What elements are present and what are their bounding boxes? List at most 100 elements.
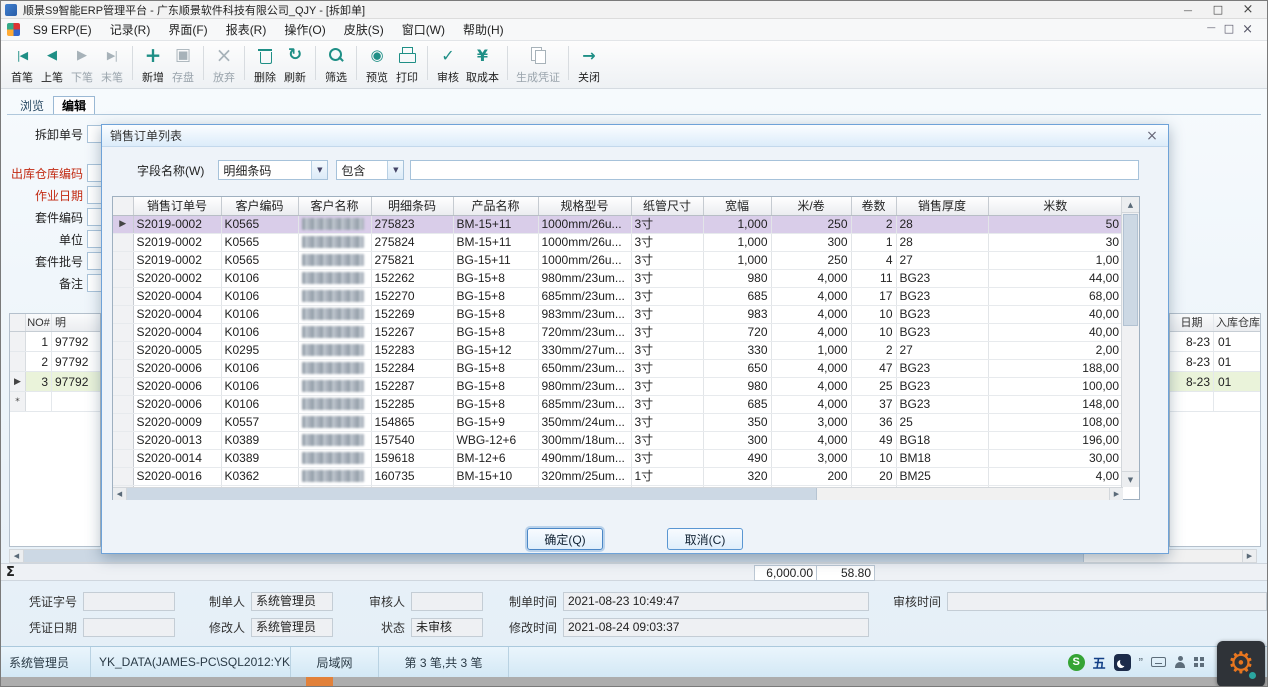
mdi-minimize-icon[interactable]: [1207, 22, 1216, 37]
scroll-thumb[interactable]: [1123, 214, 1138, 326]
table-row[interactable]: S2020-0004 K0106 152267 BG-15+8 720mm/23…: [113, 323, 1123, 341]
menu-item[interactable]: 帮助(H): [454, 19, 513, 40]
column-header[interactable]: 卷数: [851, 197, 896, 215]
scroll-left-icon[interactable]: ◀: [113, 488, 127, 500]
floating-gear-widget[interactable]: ⚙: [1217, 641, 1265, 687]
toolbar-button[interactable]: [315, 46, 316, 80]
toolbar-button[interactable]: 取成本: [463, 43, 502, 87]
detail-row[interactable]: 1 97792: [10, 332, 100, 352]
filter-value-input[interactable]: [410, 160, 1139, 180]
keyboard-icon[interactable]: [1151, 657, 1166, 667]
menu-item[interactable]: 报表(R): [217, 19, 276, 40]
table-row[interactable]: S2020-0013 K0389 157540 WBG-12+6 300mm/1…: [113, 431, 1123, 449]
toolbar-button[interactable]: [132, 46, 133, 80]
toolbar-button[interactable]: 上笔: [37, 43, 67, 87]
night-mode-icon[interactable]: [1114, 654, 1131, 671]
toolbar-button[interactable]: [203, 46, 204, 80]
operator-select[interactable]: 包含: [336, 160, 404, 180]
column-header[interactable]: 客户名称: [298, 197, 371, 215]
wubi-mode-icon[interactable]: 五: [1093, 653, 1106, 672]
tab[interactable]: 浏览: [11, 96, 53, 115]
scroll-right-icon[interactable]: ▶: [1109, 488, 1123, 500]
chevron-down-icon[interactable]: [311, 161, 327, 179]
toolbox-icon[interactable]: [1194, 657, 1205, 668]
table-row[interactable]: S2020-0006 K0106 152284 BG-15+8 650mm/23…: [113, 359, 1123, 377]
table-row[interactable]: S2020-0009 K0557 154865 BG-15+9 350mm/24…: [113, 413, 1123, 431]
table-row[interactable]: S2019-0002 K0565 275824 BM-15+11 1000mm/…: [113, 233, 1123, 251]
cancel-button[interactable]: 取消(C): [667, 528, 743, 550]
table-horizontal-scrollbar[interactable]: ◀ ▶: [113, 487, 1123, 500]
mdi-close-icon[interactable]: [1242, 22, 1253, 37]
toolbar-button[interactable]: 刷新: [280, 43, 310, 87]
scroll-left-icon[interactable]: ◀: [10, 550, 24, 562]
detail-row[interactable]: ▶ 3 97792: [10, 372, 100, 392]
toolbar-button[interactable]: 末笔: [97, 43, 127, 87]
toolbar-button[interactable]: [427, 46, 428, 80]
table-row[interactable]: S2020-0002 K0106 152262 BG-15+8 980mm/23…: [113, 269, 1123, 287]
toolbar-button[interactable]: 筛选: [321, 43, 351, 87]
table-row[interactable]: S2020-0006 K0106 152285 BG-15+8 685mm/23…: [113, 395, 1123, 413]
minimize-button[interactable]: [1173, 1, 1203, 18]
scroll-right-icon[interactable]: ▶: [1242, 550, 1256, 562]
toolbar-button[interactable]: 删除: [250, 43, 280, 87]
sogou-icon[interactable]: S: [1068, 654, 1085, 671]
column-header[interactable]: 销售订单号: [133, 197, 221, 215]
close-button[interactable]: [1233, 1, 1263, 18]
table-row[interactable]: S2020-0006 K0106 152287 BG-15+8 980mm/23…: [113, 377, 1123, 395]
menu-item[interactable]: 界面(F): [159, 19, 216, 40]
toolbar-button[interactable]: 下笔: [67, 43, 97, 87]
toolbar-button[interactable]: [356, 46, 357, 80]
table-row[interactable]: S2020-0016 K0362 160735 BM-15+10 320mm/2…: [113, 467, 1123, 485]
maximize-button[interactable]: [1203, 1, 1233, 18]
tab[interactable]: 编辑: [53, 96, 95, 115]
detail-row[interactable]: *: [10, 392, 100, 412]
detail-row[interactable]: 8-23 01: [1170, 352, 1260, 372]
scroll-thumb[interactable]: [127, 488, 817, 500]
column-header[interactable]: 产品名称: [453, 197, 538, 215]
column-header[interactable]: 宽幅: [703, 197, 771, 215]
menu-item[interactable]: 窗口(W): [393, 19, 454, 40]
menu-item[interactable]: S9 ERP(E): [24, 19, 101, 40]
column-header[interactable]: 销售厚度: [896, 197, 988, 215]
toolbar-button[interactable]: 生成凭证: [513, 43, 563, 87]
table-row[interactable]: S2019-0002 K0565 275821 BG-15+11 1000mm/…: [113, 251, 1123, 269]
toolbar-button[interactable]: 存盘: [168, 43, 198, 87]
dialog-title-bar[interactable]: 销售订单列表: [102, 125, 1168, 147]
table-row[interactable]: S2020-0004 K0106 152269 BG-15+8 983mm/23…: [113, 305, 1123, 323]
toolbar-button[interactable]: 首笔: [7, 43, 37, 87]
toolbar-button[interactable]: 新增: [138, 43, 168, 87]
table-row[interactable]: S2020-0005 K0295 152283 BG-15+12 330mm/2…: [113, 341, 1123, 359]
toolbar-button[interactable]: 关闭: [574, 43, 604, 87]
column-header[interactable]: 客户编码: [221, 197, 298, 215]
detail-row[interactable]: 2 97792: [10, 352, 100, 372]
skin-icon[interactable]: [1174, 656, 1186, 668]
scroll-up-icon[interactable]: [1122, 197, 1139, 213]
column-header[interactable]: 规格型号: [538, 197, 631, 215]
toolbar-button[interactable]: 审核: [433, 43, 463, 87]
toolbar-button[interactable]: [568, 46, 569, 80]
detail-row[interactable]: 8-23 01: [1170, 372, 1260, 392]
column-header[interactable]: 明细条码: [371, 197, 453, 215]
dialog-close-icon[interactable]: [1144, 128, 1160, 144]
table-row[interactable]: ▶ S2019-0002 K0565 275823 BM-15+11 1000m…: [113, 215, 1123, 233]
toolbar-button[interactable]: 放弃: [209, 43, 239, 87]
toolbar-button[interactable]: 打印: [392, 43, 422, 87]
toolbar-button[interactable]: 预览: [362, 43, 392, 87]
toolbar-button[interactable]: [244, 46, 245, 80]
column-header[interactable]: 米/卷: [771, 197, 851, 215]
mdi-restore-icon[interactable]: [1224, 22, 1234, 37]
table-row[interactable]: S2020-0014 K0389 159618 BM-12+6 490mm/18…: [113, 449, 1123, 467]
detail-row[interactable]: 8-23 01: [1170, 332, 1260, 352]
ok-button[interactable]: 确定(Q): [527, 528, 603, 550]
column-header[interactable]: 纸管尺寸: [631, 197, 703, 215]
scroll-down-icon[interactable]: [1122, 471, 1139, 487]
punctuation-icon[interactable]: [1139, 655, 1143, 670]
chevron-down-icon[interactable]: [387, 161, 403, 179]
menu-item[interactable]: 操作(O): [275, 19, 334, 40]
detail-row[interactable]: [1170, 392, 1260, 412]
table-row[interactable]: S2020-0004 K0106 152270 BG-15+8 685mm/23…: [113, 287, 1123, 305]
table-vertical-scrollbar[interactable]: [1121, 197, 1139, 487]
toolbar-button[interactable]: [507, 46, 508, 80]
menu-item[interactable]: 记录(R): [101, 19, 160, 40]
field-name-select[interactable]: 明细条码: [218, 160, 328, 180]
